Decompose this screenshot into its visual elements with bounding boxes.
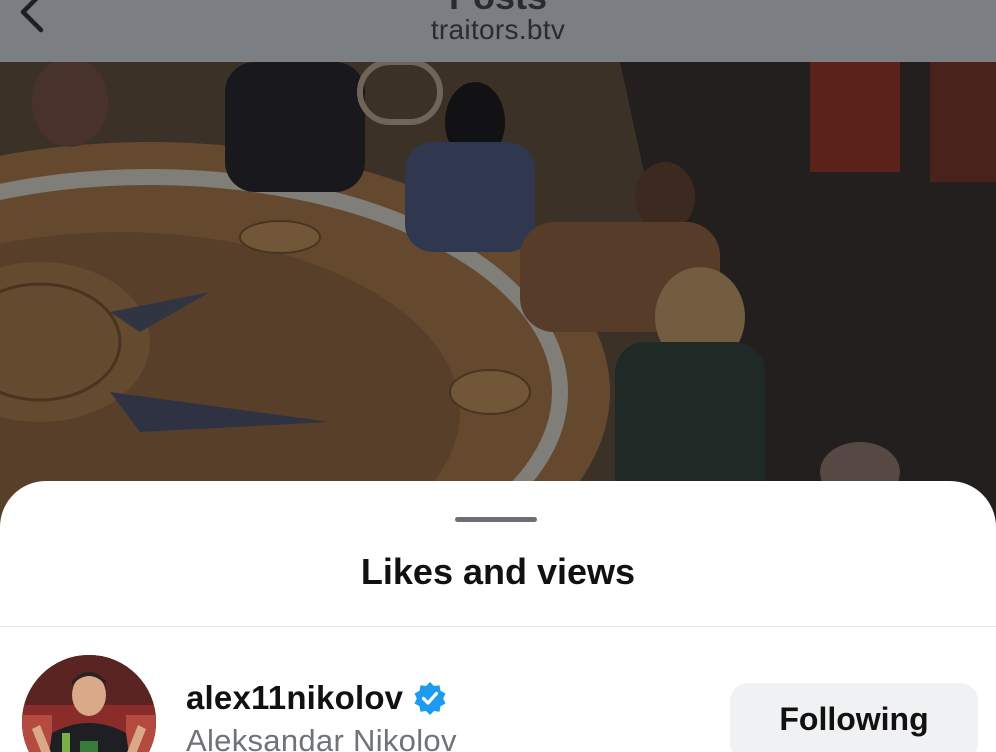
user-row[interactable]: alex11nikolov Aleksandar Nikolov Followi… (0, 627, 996, 752)
sheet-title: Likes and views (360, 551, 636, 592)
full-name: Aleksandar Nikolov (186, 723, 457, 752)
avatar[interactable] (22, 655, 156, 752)
nav-subtitle: traitors.btv (430, 14, 566, 45)
username[interactable]: alex11nikolov (186, 679, 403, 717)
verified-badge-icon (413, 681, 447, 715)
following-button[interactable]: Following (730, 683, 978, 752)
username-line: alex11nikolov (186, 679, 447, 717)
likes-and-views-sheet: Likes and views alex11nikolov Aleksandar… (0, 481, 996, 752)
sheet-grabber-handle[interactable] (455, 517, 537, 522)
avatar-photo (22, 655, 156, 752)
post-photo (0, 62, 996, 522)
likes-and-views-screen: Posts traitors.btv (0, 0, 996, 752)
top-navigation-bar: Posts traitors.btv (0, 0, 996, 62)
